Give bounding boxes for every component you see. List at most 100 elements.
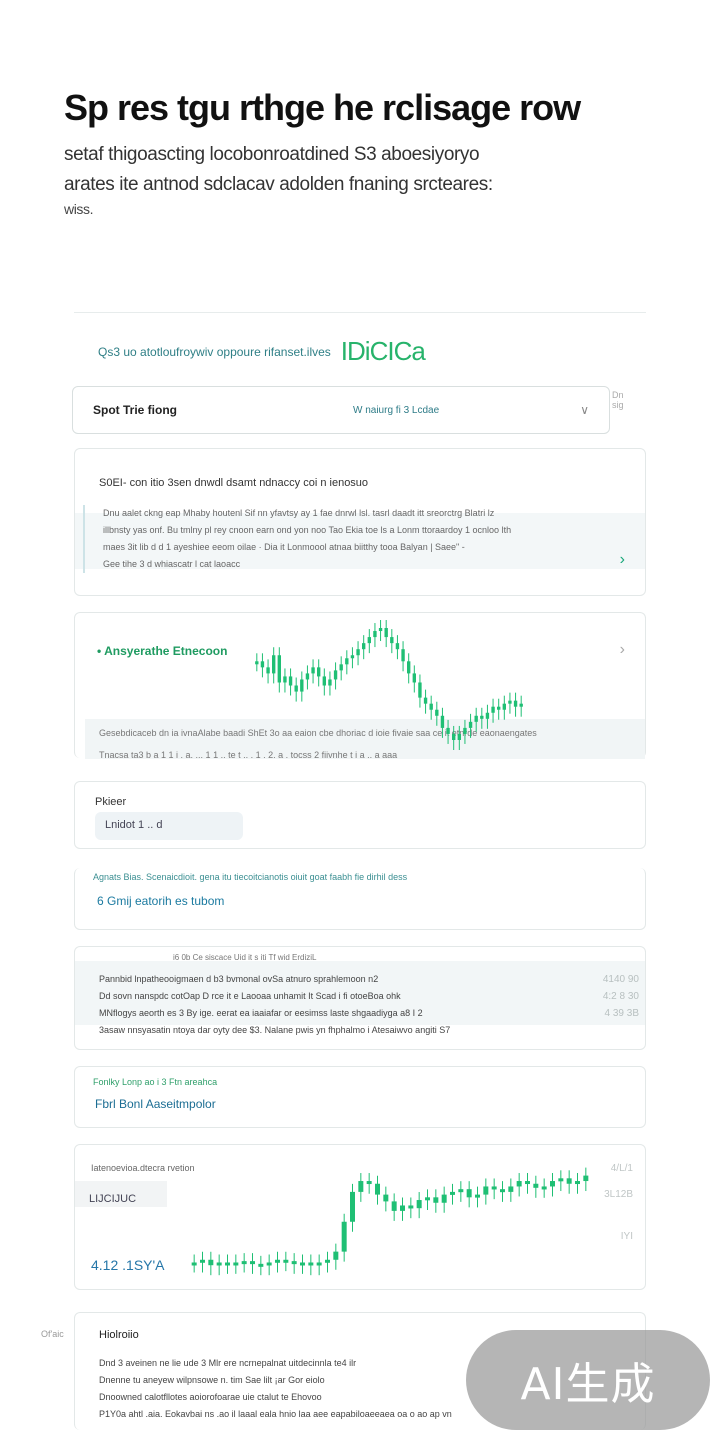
list-item[interactable]: MNflogys aeorth es 3 By ige. eerat ea ia… bbox=[99, 1005, 639, 1022]
info-card-body: Dnu aalet ckng eap Mhaby houtenl Sif nn … bbox=[83, 505, 613, 573]
candle-body bbox=[191, 1262, 197, 1266]
candle-body bbox=[333, 1251, 339, 1260]
candle-body bbox=[266, 1262, 272, 1266]
candle-body bbox=[435, 709, 439, 716]
spot-trading-select[interactable]: Spot Trie fiong W naiurg fi 3 Lcdae ∨ bbox=[72, 386, 610, 434]
candle-body bbox=[458, 1189, 464, 1193]
select-value: W naiurg fi 3 Lcdae bbox=[353, 404, 440, 416]
candle-body bbox=[317, 667, 321, 677]
picker-chip[interactable]: Lnidot 1 .. d bbox=[95, 812, 243, 840]
candle-body bbox=[466, 1189, 472, 1198]
candle-body bbox=[500, 1189, 505, 1193]
axis-label: IYI bbox=[620, 1231, 633, 1242]
link-card-2-link[interactable]: Fbrl Bonl Aaseitmpolor bbox=[95, 1097, 216, 1111]
intro-row: Qs3 uo atotloufroywiv oppoure rifanset.i… bbox=[98, 336, 638, 367]
link-card-2[interactable]: Fonlky Lonp ao i 3 Ftn areahca Fbrl Bonl… bbox=[74, 1066, 646, 1128]
candle-body bbox=[550, 1181, 555, 1187]
candle-body bbox=[366, 1181, 372, 1185]
candlestick-chart-top bbox=[255, 620, 523, 750]
candle-body bbox=[423, 697, 428, 704]
candle-body bbox=[491, 1186, 497, 1190]
price-chart-sub: LIJCIJUC bbox=[89, 1193, 137, 1205]
candle-body bbox=[425, 1197, 430, 1201]
candle-body bbox=[300, 679, 304, 692]
axis-label: 4/L/1 bbox=[610, 1163, 633, 1174]
candle-body bbox=[391, 1201, 397, 1211]
candle-body bbox=[390, 637, 394, 644]
picker-card[interactable]: Pkieer Lnidot 1 .. d bbox=[74, 781, 646, 849]
candle-body bbox=[291, 1261, 297, 1265]
list-item-value: 4:2 8 30 bbox=[602, 991, 639, 1002]
candle-body bbox=[350, 655, 355, 659]
list-item[interactable]: 3asaw nnsyasatin ntoya dar oyty dee $3. … bbox=[99, 1022, 639, 1039]
candle-body bbox=[275, 1259, 280, 1263]
chevron-right-icon[interactable]: › bbox=[620, 641, 625, 659]
candle-body bbox=[283, 1259, 289, 1263]
candle-body bbox=[294, 685, 298, 692]
candle-body bbox=[395, 643, 400, 650]
candle-body bbox=[468, 721, 473, 728]
hero-subtitle-line-1: setaf thigoascting locobonroatdined S3 a… bbox=[64, 144, 480, 165]
candle-body bbox=[311, 667, 315, 674]
candle-body bbox=[356, 649, 360, 656]
select-label: Spot Trie fiong bbox=[93, 403, 177, 417]
candle-body bbox=[513, 700, 518, 707]
candle-body bbox=[519, 703, 523, 707]
candle-body bbox=[328, 679, 332, 686]
candle-body bbox=[258, 1263, 264, 1267]
candle-body bbox=[305, 673, 310, 680]
candle-body bbox=[401, 649, 405, 662]
candle-body bbox=[485, 712, 490, 719]
list-item[interactable]: Pannbid lnpatheooigmaen d b3 bvmonal ovS… bbox=[99, 971, 639, 988]
info-card[interactable]: S0EI- con itio 3sen dnwdl dsamt ndnaccy … bbox=[74, 448, 646, 596]
candle-body bbox=[362, 643, 366, 650]
candle-body bbox=[446, 727, 450, 734]
candle-body bbox=[475, 1194, 480, 1198]
link-card-note: Agnats Bias. Scenaicdioit. gena itu tiec… bbox=[93, 872, 408, 882]
candle-body bbox=[341, 1221, 347, 1252]
candle-body bbox=[272, 655, 276, 674]
candle-body bbox=[367, 637, 371, 644]
candle-body bbox=[250, 1261, 255, 1265]
candle-body bbox=[225, 1262, 230, 1266]
list-item[interactable]: Dd sovn nanspdc cotOap D rce it e Laooaa… bbox=[99, 988, 639, 1005]
candlestick-chart-bottom bbox=[191, 1167, 589, 1276]
candle-body bbox=[457, 733, 461, 740]
list-item-text: 3asaw nnsyasatin ntoya dar oyty dee $3. … bbox=[99, 1025, 451, 1035]
candle-body bbox=[516, 1181, 522, 1187]
candle-body bbox=[339, 664, 343, 671]
chevron-right-icon[interactable]: › bbox=[620, 551, 625, 569]
intro-text: Qs3 uo atotloufroywiv oppoure rifanset.i… bbox=[98, 344, 331, 359]
candle-body bbox=[433, 1197, 439, 1203]
info-card-line: Dnu aalet ckng eap Mhaby houtenl Sif nn … bbox=[103, 508, 495, 518]
candle-body bbox=[400, 1205, 405, 1211]
candle-body bbox=[378, 628, 383, 632]
candle-body bbox=[333, 670, 338, 680]
candle-body bbox=[416, 1200, 422, 1209]
candle-body bbox=[418, 682, 422, 698]
hero-subtitle-line-2: arates ite antnod sdclacav adolden fnani… bbox=[64, 174, 493, 195]
candle-body bbox=[350, 1191, 355, 1222]
candle-body bbox=[216, 1262, 222, 1266]
candle-body bbox=[508, 700, 512, 704]
price-value: 4.12 .1SY'A bbox=[91, 1257, 165, 1273]
candle-body bbox=[325, 1259, 330, 1263]
candle-body bbox=[491, 706, 495, 713]
candle-body bbox=[463, 727, 467, 734]
candle-body bbox=[384, 628, 388, 638]
candle-body bbox=[483, 1186, 489, 1195]
candle-body bbox=[266, 667, 270, 674]
candle-body bbox=[508, 1186, 514, 1192]
candle-body bbox=[558, 1178, 564, 1182]
candle-body bbox=[408, 1205, 414, 1209]
intro-tag: IDiCICa bbox=[340, 336, 426, 366]
candle-body bbox=[440, 715, 445, 728]
candle-body bbox=[241, 1261, 247, 1265]
candle-body bbox=[308, 1262, 314, 1266]
link-card-link[interactable]: 6 Gmij eatorih es tubom bbox=[97, 894, 224, 908]
link-card[interactable]: Agnats Bias. Scenaicdioit. gena itu tiec… bbox=[74, 868, 646, 930]
candle-body bbox=[288, 676, 293, 686]
candle-body bbox=[407, 661, 411, 674]
info-card-line: maes 3it lib d d 1 ayeshiee eeom oilae ·… bbox=[103, 542, 465, 552]
chevron-down-icon[interactable]: ∨ bbox=[580, 403, 589, 417]
